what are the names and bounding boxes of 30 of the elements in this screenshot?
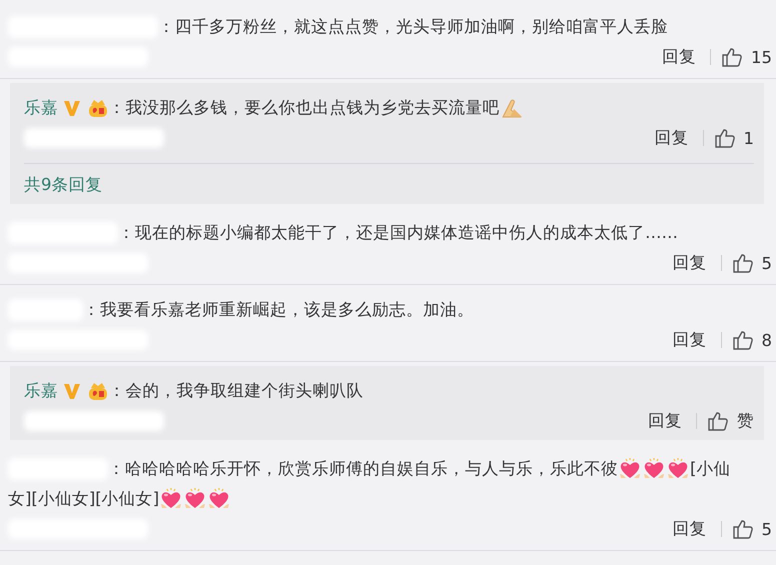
comment-text: ：我要看乐嘉老师重新崛起，该是多么励志。加油。 <box>83 300 474 319</box>
like-button[interactable]: 15 <box>721 46 772 68</box>
more-replies-link[interactable]: 共9条回复 <box>24 175 102 194</box>
like-icon <box>732 518 754 540</box>
reply-link[interactable]: 回复 <box>654 130 704 146</box>
like-icon <box>732 329 754 351</box>
like-icon <box>732 252 754 274</box>
comment-text: ：现在的标题小编都太能干了，还是国内媒体造谣中伤人的成本太低了…… <box>118 223 678 242</box>
username-link[interactable]: 乐嘉 <box>24 98 58 117</box>
comment-text: ：哈哈哈哈哈乐开怀，欣赏乐师傅的自娱自乐，与人与乐，乐此不彼 <box>108 459 618 478</box>
like-icon <box>714 127 736 149</box>
username-link[interactable]: 乐嘉 <box>24 381 58 400</box>
reply-link[interactable]: 回复 <box>672 521 722 537</box>
like-button[interactable]: 8 <box>732 329 772 351</box>
reply-link[interactable]: 回复 <box>648 413 697 429</box>
like-button[interactable]: 1 <box>714 127 754 149</box>
comment-text: ：我没那么多钱，要么你也出点钱为乡党去买流量吧 <box>108 98 500 117</box>
like-button[interactable]: 5 <box>732 252 772 274</box>
reply-link[interactable]: 回复 <box>672 332 722 348</box>
like-icon <box>707 410 729 432</box>
comment-text: [小仙 <box>690 459 730 478</box>
like-icon <box>721 46 743 68</box>
comment-text: 女][小仙女][小仙女] <box>8 489 160 508</box>
pressed-palms-emoji-icon <box>500 97 524 120</box>
comment-text: ：四千多万粉丝，就这点点赞，光头导师加油啊，别给咱富平人丢脸 <box>158 17 668 36</box>
reply-link[interactable]: 回复 <box>662 49 711 65</box>
comment-text: ：会的，我争取组建个街头喇叭队 <box>108 381 364 400</box>
like-button[interactable]: 5 <box>732 518 772 540</box>
like-button[interactable]: 赞 <box>707 410 754 432</box>
reply-link[interactable]: 回复 <box>672 255 722 271</box>
